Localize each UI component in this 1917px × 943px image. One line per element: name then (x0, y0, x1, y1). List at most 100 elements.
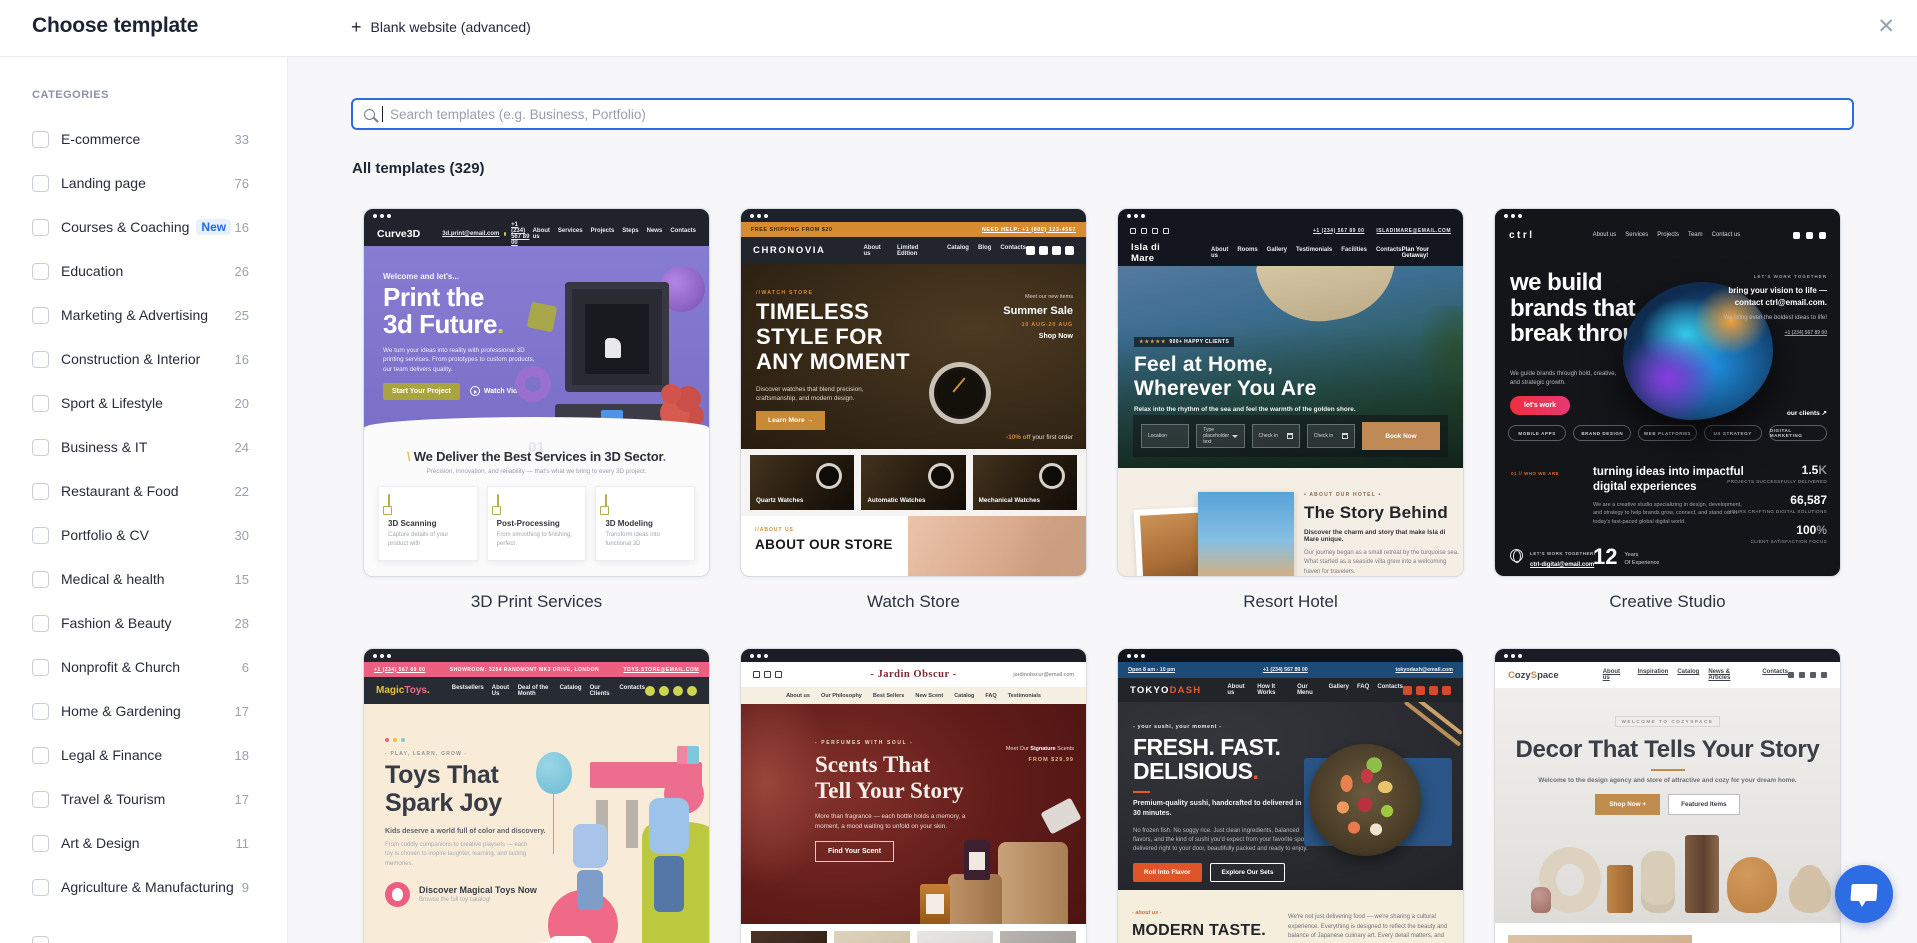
category-legal-finance[interactable]: Legal & Finance18 (32, 733, 287, 777)
category-restaurant-food[interactable]: Restaurant & Food22 (32, 469, 287, 513)
checkbox[interactable] (32, 879, 49, 896)
social-icons (1026, 246, 1074, 255)
category-construction[interactable]: Construction & Interior16 (32, 337, 287, 381)
chevron-down-icon (1232, 435, 1238, 438)
topbar: Open 8 am - 10 pm +1 (234) 567 89 00 tok… (1118, 662, 1463, 678)
category-label: Education (61, 263, 123, 279)
template-title: Resort Hotel (1117, 577, 1464, 648)
section-subtitle: Precision, innovation, and reliability —… (364, 468, 709, 475)
model-icon (605, 494, 607, 513)
page-title: Choose template (32, 14, 198, 38)
checkbox[interactable] (32, 615, 49, 632)
checkbox[interactable] (32, 659, 49, 676)
blank-website-button[interactable]: + Blank website (advanced) (351, 18, 531, 36)
category-courses-coaching[interactable]: Courses & CoachingNew16 (32, 205, 287, 249)
category-art-design[interactable]: Art & Design11 (32, 821, 287, 865)
category-count: 9 (242, 880, 249, 895)
template-card-magic-toys[interactable]: +1 (234) 567 89 00 SHOWROOM: 3254 RANDMO… (363, 648, 710, 943)
checkbox[interactable] (32, 351, 49, 368)
facebook-icon (1403, 686, 1412, 695)
checkbox[interactable] (32, 175, 49, 192)
twitter-icon (1065, 246, 1074, 255)
hero-aside: Meet Our Signature Scents FROM $29.99 (1006, 746, 1074, 763)
category-agriculture[interactable]: Agriculture & Manufacturing9 (32, 865, 287, 909)
template-card-3d-print[interactable]: Curve3D 3d.print@email.com+1 (234) 567 8… (363, 208, 710, 648)
feature-card: 3D ScanningCapture details of your produ… (378, 486, 478, 561)
preview-logo: TOKYODASH (1130, 685, 1201, 696)
checkbox[interactable] (32, 835, 49, 852)
hero-aside: LET'S WORK TOGETHER bring your vision to… (1711, 274, 1827, 336)
category-landing-page[interactable]: Landing page76 (32, 161, 287, 205)
template-preview: FREE SHIPPING FROM $20 NEED HELP: +1 (80… (740, 208, 1087, 577)
category-fashion-beauty[interactable]: Fashion & Beauty28 (32, 601, 287, 645)
photo (1000, 931, 1076, 943)
template-card-sushi[interactable]: Open 8 am - 10 pm +1 (234) 567 89 00 tok… (1117, 648, 1464, 943)
checkbox[interactable] (32, 439, 49, 456)
checkbox-partial[interactable] (32, 936, 49, 943)
category-business-it[interactable]: Business & IT24 (32, 425, 287, 469)
checkbox[interactable] (32, 219, 49, 236)
chat-widget-button[interactable] (1835, 865, 1893, 923)
template-card-creative-studio[interactable]: ctrl About usServicesProjectsTeamContact… (1494, 208, 1841, 648)
checkbox[interactable] (32, 395, 49, 412)
twitter-icon (1442, 686, 1451, 695)
donut-shape (515, 366, 551, 402)
checkbox[interactable] (32, 791, 49, 808)
who-we-are-section: 01 // WHO WE ARE turning ideas into impa… (1495, 443, 1840, 576)
about-kicker: //ABOUT US (755, 527, 908, 533)
template-card-resort-hotel[interactable]: +1 (234) 567 89 00ISLADIMARE@EMAIL.COM I… (1117, 208, 1464, 648)
chip: DIGITAL MARKETING (1769, 425, 1827, 441)
checkbox[interactable] (32, 703, 49, 720)
checkbox[interactable] (32, 307, 49, 324)
template-card-perfume[interactable]: - Jardin Obscur - jardinobscur@email.com… (740, 648, 1087, 943)
browser-dots (741, 209, 1086, 222)
preview-email: ISLADIMARE@EMAIL.COM (1376, 228, 1451, 234)
category-ecommerce[interactable]: E-commerce33 (32, 117, 287, 161)
category-sport-lifestyle[interactable]: Sport & Lifestyle20 (32, 381, 287, 425)
checkbox[interactable] (32, 263, 49, 280)
chopsticks (1405, 702, 1463, 735)
youtube-icon (1806, 232, 1813, 239)
category-travel-tourism[interactable]: Travel & Tourism17 (32, 777, 287, 821)
category-portfolio-cv[interactable]: Portfolio & CV30 (32, 513, 287, 557)
category-count: 16 (235, 220, 249, 235)
hero-cta: Shop Now + (1595, 794, 1660, 815)
preview-logo: CHRONOVIA (753, 245, 825, 256)
checkbox[interactable] (32, 527, 49, 544)
checkbox[interactable] (32, 483, 49, 500)
chip: BRAND DESIGN (1573, 425, 1631, 441)
hero-cta: Start Your Project (383, 383, 460, 400)
preview-header: - Jardin Obscur - jardinobscur@email.com (741, 662, 1086, 687)
category-nonprofit-church[interactable]: Nonprofit & Church6 (32, 645, 287, 689)
category-education[interactable]: Education 26 (32, 249, 287, 293)
checkbox[interactable] (32, 131, 49, 148)
checkout-field: Check in (1307, 424, 1355, 448)
category-marketing[interactable]: Marketing & Advertising25 (32, 293, 287, 337)
search-input[interactable] (390, 107, 1841, 122)
pedestal-shape (948, 874, 1002, 924)
calendar-icon (1342, 433, 1348, 439)
template-card-decor[interactable]: CozySpace About usInspirationCatalogNews… (1494, 648, 1841, 943)
printer-shape (565, 282, 669, 392)
facebook-icon (1788, 672, 1794, 678)
close-icon[interactable]: ✕ (1877, 14, 1895, 39)
search-icon (364, 109, 375, 120)
story-paragraph: Our journey began as a small retreat by … (1304, 549, 1462, 576)
checkbox[interactable] (32, 747, 49, 764)
template-card-watch-store[interactable]: FREE SHIPPING FROM $20 NEED HELP: +1 (80… (740, 208, 1087, 648)
about-photo (1508, 935, 1692, 943)
experience-stat: 12 YearsOf Experience (1593, 547, 1659, 568)
about-title: ABOUT OUR STORE (755, 537, 908, 552)
hero-cta: Roll Into Flavor (1133, 863, 1202, 882)
stars-icon: ★★★★★ (1139, 339, 1166, 345)
opening-hours: Open 8 am - 10 pm (1128, 667, 1175, 673)
category-medical-health[interactable]: Medical & health15 (32, 557, 287, 601)
checkbox[interactable] (32, 571, 49, 588)
topbar: +1 (234) 567 89 00 SHOWROOM: 3254 RANDMO… (364, 662, 709, 677)
category-count: 26 (235, 264, 249, 279)
category-label: Fashion & Beauty (61, 615, 172, 631)
category-label: Nonprofit & Church (61, 659, 180, 675)
hero-cta-secondary: Featured Items (1668, 794, 1739, 815)
category-home-gardening[interactable]: Home & Gardening17 (32, 689, 287, 733)
templates-grid: Curve3D 3d.print@email.com+1 (234) 567 8… (363, 208, 1841, 943)
